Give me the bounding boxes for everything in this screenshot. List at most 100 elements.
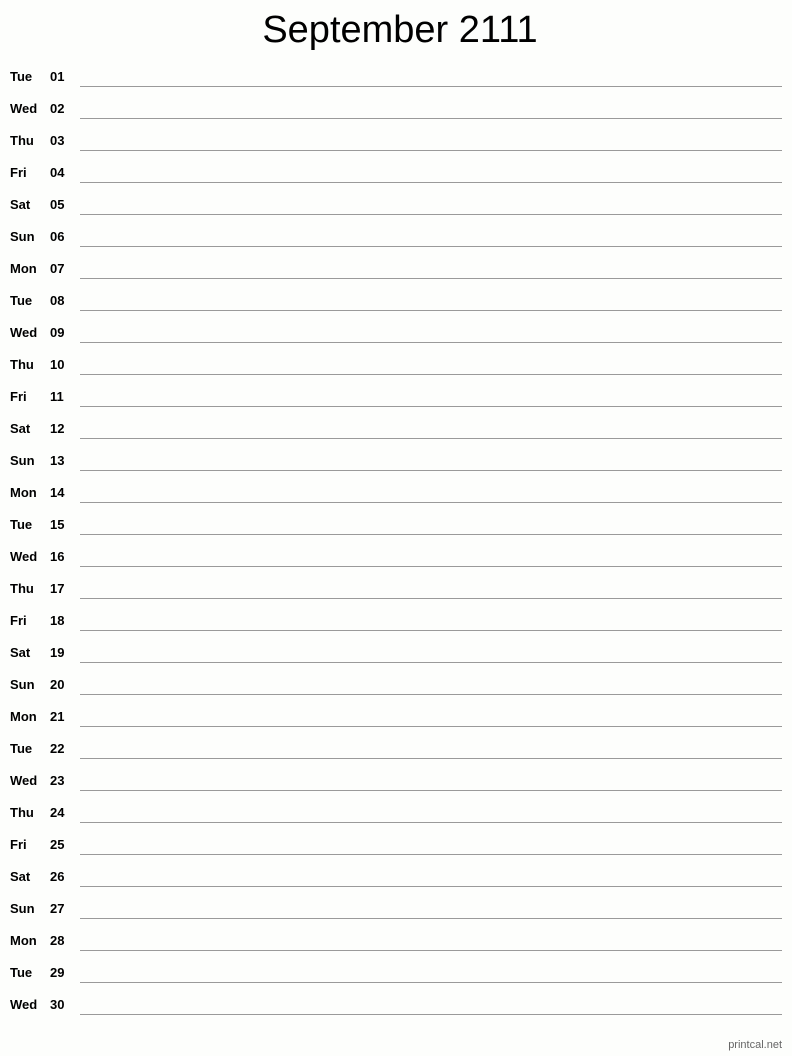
writing-line[interactable] (80, 86, 782, 87)
day-row: Sun 13 (0, 453, 792, 485)
writing-line[interactable] (80, 694, 782, 695)
writing-line[interactable] (80, 342, 782, 343)
writing-line[interactable] (80, 886, 782, 887)
day-number: 10 (50, 357, 65, 372)
day-of-week: Mon (10, 485, 37, 500)
writing-line[interactable] (80, 662, 782, 663)
writing-line[interactable] (80, 918, 782, 919)
day-row: Fri 25 (0, 837, 792, 869)
day-row: Fri 11 (0, 389, 792, 421)
day-of-week: Sun (10, 229, 35, 244)
day-of-week: Sun (10, 677, 35, 692)
day-of-week: Thu (10, 133, 34, 148)
day-row: Wed 09 (0, 325, 792, 357)
writing-line[interactable] (80, 502, 782, 503)
day-number: 08 (50, 293, 65, 308)
day-row: Wed 02 (0, 101, 792, 133)
writing-line[interactable] (80, 1014, 782, 1015)
day-number: 17 (50, 581, 65, 596)
writing-line[interactable] (80, 214, 782, 215)
day-number: 18 (50, 613, 65, 628)
day-of-week: Tue (10, 293, 33, 308)
day-row: Tue 15 (0, 517, 792, 549)
writing-line[interactable] (80, 950, 782, 951)
day-number: 16 (50, 549, 65, 564)
writing-line[interactable] (80, 374, 782, 375)
day-row: Sat 26 (0, 869, 792, 901)
day-of-week: Thu (10, 805, 34, 820)
day-of-week: Mon (10, 709, 37, 724)
day-number: 05 (50, 197, 65, 212)
day-of-week: Tue (10, 965, 33, 980)
day-row: Wed 16 (0, 549, 792, 581)
day-number: 15 (50, 517, 65, 532)
page-title: September 2111 (262, 9, 538, 51)
day-number: 13 (50, 453, 65, 468)
day-number: 03 (50, 133, 65, 148)
day-of-week: Tue (10, 517, 33, 532)
writing-line[interactable] (80, 726, 782, 727)
writing-line[interactable] (80, 438, 782, 439)
day-number: 24 (50, 805, 65, 820)
day-row: Sun 27 (0, 901, 792, 933)
day-number: 04 (50, 165, 65, 180)
writing-line[interactable] (80, 566, 782, 567)
writing-line[interactable] (80, 534, 782, 535)
day-number: 23 (50, 773, 65, 788)
day-row: Mon 07 (0, 261, 792, 293)
day-number: 02 (50, 101, 65, 116)
day-of-week: Wed (10, 101, 38, 116)
day-row: Thu 10 (0, 357, 792, 389)
writing-line[interactable] (80, 278, 782, 279)
day-number: 27 (50, 901, 65, 916)
writing-line[interactable] (80, 822, 782, 823)
day-row: Fri 18 (0, 613, 792, 645)
day-number: 28 (50, 933, 65, 948)
day-row: Thu 03 (0, 133, 792, 165)
day-number: 26 (50, 869, 65, 884)
writing-line[interactable] (80, 310, 782, 311)
writing-line[interactable] (80, 854, 782, 855)
day-of-week: Sat (10, 869, 31, 884)
writing-line[interactable] (80, 406, 782, 407)
day-row: Tue 22 (0, 741, 792, 773)
day-row: Thu 24 (0, 805, 792, 837)
day-number: 20 (50, 677, 65, 692)
day-number: 19 (50, 645, 65, 660)
day-of-week: Wed (10, 325, 38, 340)
footer-credit: printcal.net (728, 1039, 782, 1051)
day-of-week: Sun (10, 901, 35, 916)
day-row: Mon 14 (0, 485, 792, 517)
writing-line[interactable] (80, 246, 782, 247)
writing-line[interactable] (80, 790, 782, 791)
day-of-week: Tue (10, 69, 33, 84)
day-row: Tue 08 (0, 293, 792, 325)
writing-line[interactable] (80, 182, 782, 183)
writing-line[interactable] (80, 150, 782, 151)
day-row: Sun 20 (0, 677, 792, 709)
day-number: 29 (50, 965, 65, 980)
writing-line[interactable] (80, 982, 782, 983)
day-row: Thu 17 (0, 581, 792, 613)
day-of-week: Thu (10, 581, 34, 596)
day-number: 12 (50, 421, 65, 436)
day-of-week: Sat (10, 197, 31, 212)
writing-line[interactable] (80, 630, 782, 631)
writing-line[interactable] (80, 758, 782, 759)
writing-line[interactable] (80, 470, 782, 471)
day-number: 21 (50, 709, 65, 724)
day-number: 07 (50, 261, 65, 276)
writing-line[interactable] (80, 598, 782, 599)
day-of-week: Fri (10, 389, 27, 404)
day-of-week: Mon (10, 261, 37, 276)
day-row: Sat 12 (0, 421, 792, 453)
day-number: 14 (50, 485, 65, 500)
day-row: Wed 23 (0, 773, 792, 805)
day-of-week: Sat (10, 421, 31, 436)
day-row: Tue 01 (0, 69, 792, 101)
day-number: 09 (50, 325, 65, 340)
day-row: Sat 05 (0, 197, 792, 229)
day-row: Wed 30 (0, 997, 792, 1029)
day-number: 11 (50, 389, 64, 404)
writing-line[interactable] (80, 118, 782, 119)
